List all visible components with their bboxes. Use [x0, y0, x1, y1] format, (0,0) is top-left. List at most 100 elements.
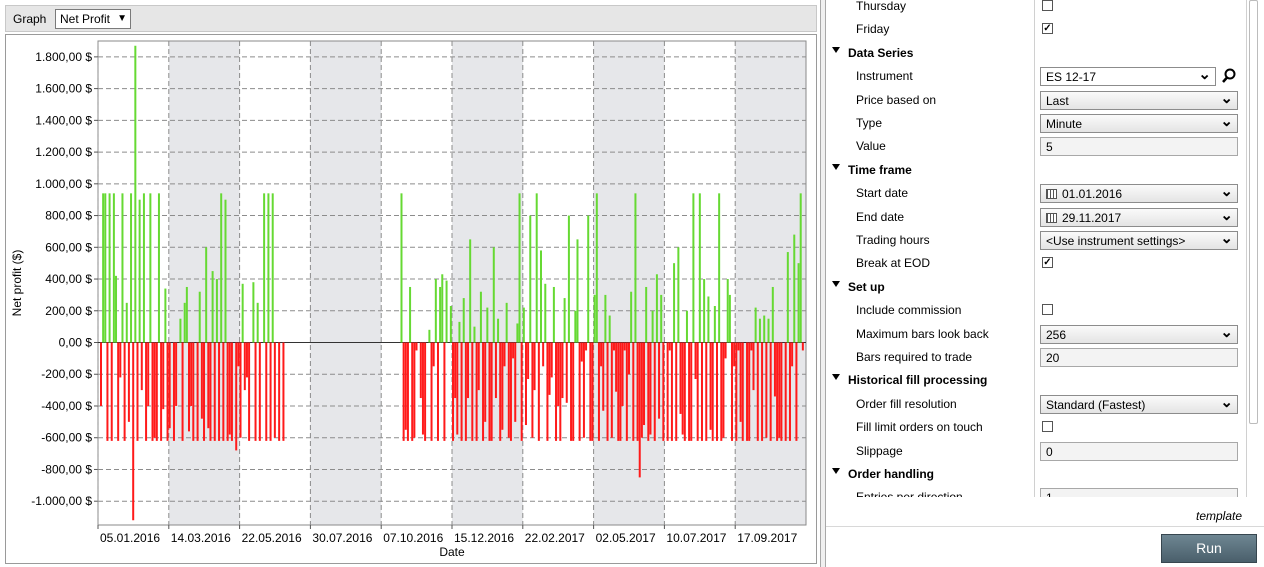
- category-historical-fill-processing[interactable]: Historical fill processing: [826, 369, 1246, 392]
- end-date-select[interactable]: 29.11.2017 ⌄: [1040, 207, 1238, 227]
- run-button[interactable]: Run: [1161, 534, 1257, 563]
- maximum-bars-look-back-value: 256: [1046, 327, 1067, 342]
- order-fill-resolution-select[interactable]: Standard (Fastest) ⌄: [1040, 394, 1238, 414]
- collapse-triangle-icon[interactable]: [832, 280, 840, 287]
- search-icon[interactable]: [1220, 67, 1238, 85]
- slippage-input[interactable]: 0: [1040, 441, 1238, 461]
- profit-bar: [529, 215, 532, 343]
- profit-bar: [211, 271, 214, 343]
- profit-bar: [181, 342, 184, 441]
- profit-bar: [638, 342, 641, 478]
- category-time-frame[interactable]: Time frame: [826, 159, 1246, 182]
- collapse-triangle-icon[interactable]: [832, 374, 840, 381]
- profit-bar: [540, 250, 542, 343]
- include-commission-checkbox[interactable]: [1042, 304, 1053, 316]
- fill-limit-orders-on-touch-checkbox[interactable]: [1042, 421, 1053, 433]
- profit-bar: [145, 342, 148, 441]
- profit-bar: [409, 286, 412, 343]
- category-order-handling[interactable]: Order handling: [826, 463, 1246, 486]
- profit-bar: [449, 306, 452, 343]
- profit-bar: [655, 274, 658, 343]
- start-date-select[interactable]: 01.01.2016 ⌄: [1040, 184, 1238, 204]
- profit-bar: [112, 193, 115, 343]
- profit-bar: [479, 291, 482, 343]
- profit-bar: [475, 342, 478, 441]
- profit-bar: [578, 342, 581, 441]
- y-tick-label: 800,00 $: [45, 209, 92, 223]
- profit-bar: [271, 193, 274, 343]
- profit-bar: [456, 342, 459, 435]
- profit-bar: [662, 342, 665, 441]
- profit-bar: [108, 193, 111, 343]
- type-select[interactable]: Minute ⌄: [1040, 114, 1238, 133]
- collapse-triangle-icon[interactable]: [832, 46, 840, 53]
- profit-bar: [716, 342, 718, 441]
- profit-bar: [574, 310, 577, 343]
- chevron-down-icon: ⌄: [1220, 207, 1233, 224]
- profit-bar: [778, 342, 781, 438]
- profit-bar: [563, 298, 566, 343]
- profit-bar: [735, 342, 738, 441]
- graph-type-value: Net Profit: [60, 12, 111, 26]
- property-row-break-at-eod: Break at EOD ✓: [826, 252, 1246, 275]
- property-label: Instrument: [856, 69, 913, 84]
- profit-bar: [436, 342, 439, 441]
- profit-bar: [580, 342, 583, 362]
- bars-required-to-trade-value: 20: [1046, 351, 1060, 365]
- property-row-friday: Friday ✓: [826, 18, 1246, 41]
- entries-per-direction-input[interactable]: 1: [1040, 488, 1238, 497]
- chevron-down-icon: ⌄: [1220, 324, 1233, 341]
- profit-bar: [155, 342, 158, 441]
- profit-bar: [600, 342, 603, 367]
- property-label: Fill limit orders on touch: [856, 420, 983, 435]
- graph-type-select[interactable]: Net Profit ▼: [55, 9, 131, 29]
- instrument-select[interactable]: ES 12-17 ⌄: [1040, 67, 1216, 87]
- profit-bar: [140, 342, 143, 391]
- collapse-triangle-icon[interactable]: [832, 163, 840, 170]
- property-label: Trading hours: [856, 233, 930, 247]
- profit-bar: [649, 342, 652, 435]
- profit-bar: [722, 342, 725, 438]
- profit-bar: [413, 342, 416, 438]
- settings-scrollbar[interactable]: [1246, 0, 1260, 497]
- collapse-triangle-icon[interactable]: [832, 468, 840, 474]
- property-label: Maximum bars look back: [856, 326, 989, 341]
- price-based-on-select[interactable]: Last ⌄: [1040, 90, 1238, 110]
- profit-bar: [756, 342, 759, 441]
- profit-bar: [469, 239, 472, 343]
- category-data-series[interactable]: Data Series: [826, 42, 1246, 65]
- maximum-bars-look-back-select[interactable]: 256 ⌄: [1040, 324, 1238, 344]
- x-tick-label: 05.01.2016: [100, 531, 160, 545]
- profit-bar: [162, 342, 165, 410]
- profit-bar: [754, 307, 757, 343]
- property-label: Thursday: [856, 0, 907, 13]
- break-at-eod-checkbox[interactable]: ✓: [1042, 257, 1053, 269]
- value-input[interactable]: 5: [1040, 137, 1238, 157]
- profit-bar: [492, 247, 495, 343]
- instrument-value: ES 12-17: [1046, 70, 1097, 85]
- template-link[interactable]: template: [1196, 509, 1242, 523]
- profit-bar: [700, 342, 703, 441]
- profit-bar: [625, 342, 628, 441]
- profit-bar: [628, 342, 630, 375]
- profit-bar: [267, 193, 270, 343]
- scrollbar-thumb[interactable]: [1249, 0, 1258, 424]
- profit-bar: [711, 342, 714, 441]
- thursday-checkbox[interactable]: [1042, 0, 1053, 11]
- profit-bar: [149, 193, 152, 343]
- profit-bar: [797, 263, 800, 343]
- category-set-up[interactable]: Set up: [826, 276, 1246, 299]
- profit-bar: [501, 342, 504, 430]
- x-tick-label: 30.07.2016: [312, 531, 372, 545]
- property-row-trading-hours: Trading hours <Use instrument settings> ⌄: [826, 229, 1246, 252]
- profit-bar: [739, 342, 742, 422]
- profit-bar: [419, 342, 422, 399]
- bars-required-to-trade-input[interactable]: 20: [1040, 348, 1238, 367]
- profit-bar: [658, 342, 661, 419]
- profit-bar: [518, 193, 521, 343]
- profit-bar: [542, 342, 545, 367]
- friday-checkbox[interactable]: ✓: [1042, 23, 1053, 35]
- profit-bar: [452, 342, 454, 441]
- trading-hours-select[interactable]: <Use instrument settings> ⌄: [1040, 231, 1238, 250]
- profit-bar: [634, 193, 637, 343]
